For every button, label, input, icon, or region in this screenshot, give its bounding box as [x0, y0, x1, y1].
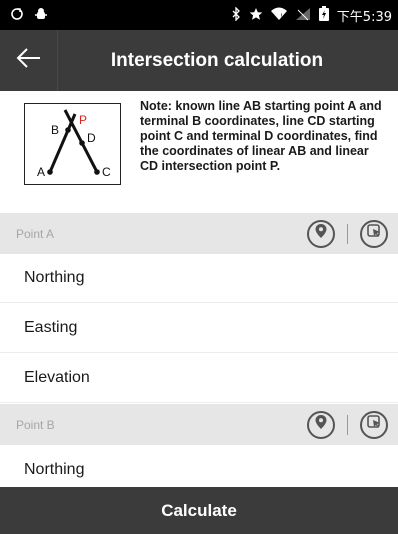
section-label: Point A	[16, 226, 55, 241]
point-a-elevation-input[interactable]	[140, 354, 398, 402]
svg-text:!: !	[280, 13, 282, 20]
clock-time: 下午5:39	[336, 9, 392, 25]
android-debug-icon	[34, 7, 48, 24]
intersection-diagram: A B D C P	[24, 103, 121, 185]
signal-icon	[295, 7, 311, 24]
locate-point-b-button[interactable]	[307, 410, 335, 439]
arrow-left-icon	[16, 47, 42, 74]
locate-point-a-button[interactable]	[307, 219, 335, 248]
app-bar: Intersection calculation	[0, 30, 398, 91]
diagram-label-a: A	[37, 165, 45, 179]
point-a-easting-input[interactable]	[140, 304, 398, 352]
point-a-northing-input[interactable]	[140, 254, 398, 302]
battery-charging-icon	[318, 6, 329, 24]
point-a-northing-row: Northing	[0, 254, 398, 303]
section-header-point-a: Point A	[0, 213, 398, 254]
field-label: Northing	[24, 269, 85, 286]
select-point-icon	[367, 224, 381, 243]
diagram-label-p: P	[79, 113, 87, 127]
field-label: Elevation	[24, 369, 90, 386]
field-label: Easting	[24, 319, 78, 336]
point-a-easting-row: Easting	[0, 304, 398, 353]
sync-status-icon	[10, 7, 24, 24]
divider	[347, 414, 348, 435]
divider	[347, 223, 348, 244]
wifi-icon: !	[270, 7, 287, 24]
page-title: Intersection calculation	[110, 49, 324, 71]
back-button[interactable]	[0, 30, 58, 91]
note-text: Note: known line AB starting point A and…	[140, 99, 382, 173]
calculate-button[interactable]: Calculate	[0, 487, 398, 534]
diagram-label-b: B	[51, 123, 59, 137]
bluetooth-icon	[231, 5, 241, 24]
pick-point-a-button[interactable]	[360, 219, 388, 248]
location-pin-icon	[314, 414, 328, 435]
select-point-icon	[367, 415, 381, 434]
note-panel: A B D C P Note: known line AB starting p…	[0, 91, 398, 213]
status-bar: ! 下午5:39	[0, 0, 398, 30]
point-a-elevation-row: Elevation	[0, 354, 398, 403]
pick-point-b-button[interactable]	[360, 410, 388, 439]
diagram-label-d: D	[87, 131, 96, 145]
location-pin-icon	[314, 223, 328, 244]
section-label: Point B	[16, 417, 55, 432]
section-header-point-b: Point B	[0, 404, 398, 445]
field-label: Northing	[24, 460, 85, 478]
star-icon	[249, 7, 263, 24]
diagram-label-c: C	[102, 165, 111, 179]
